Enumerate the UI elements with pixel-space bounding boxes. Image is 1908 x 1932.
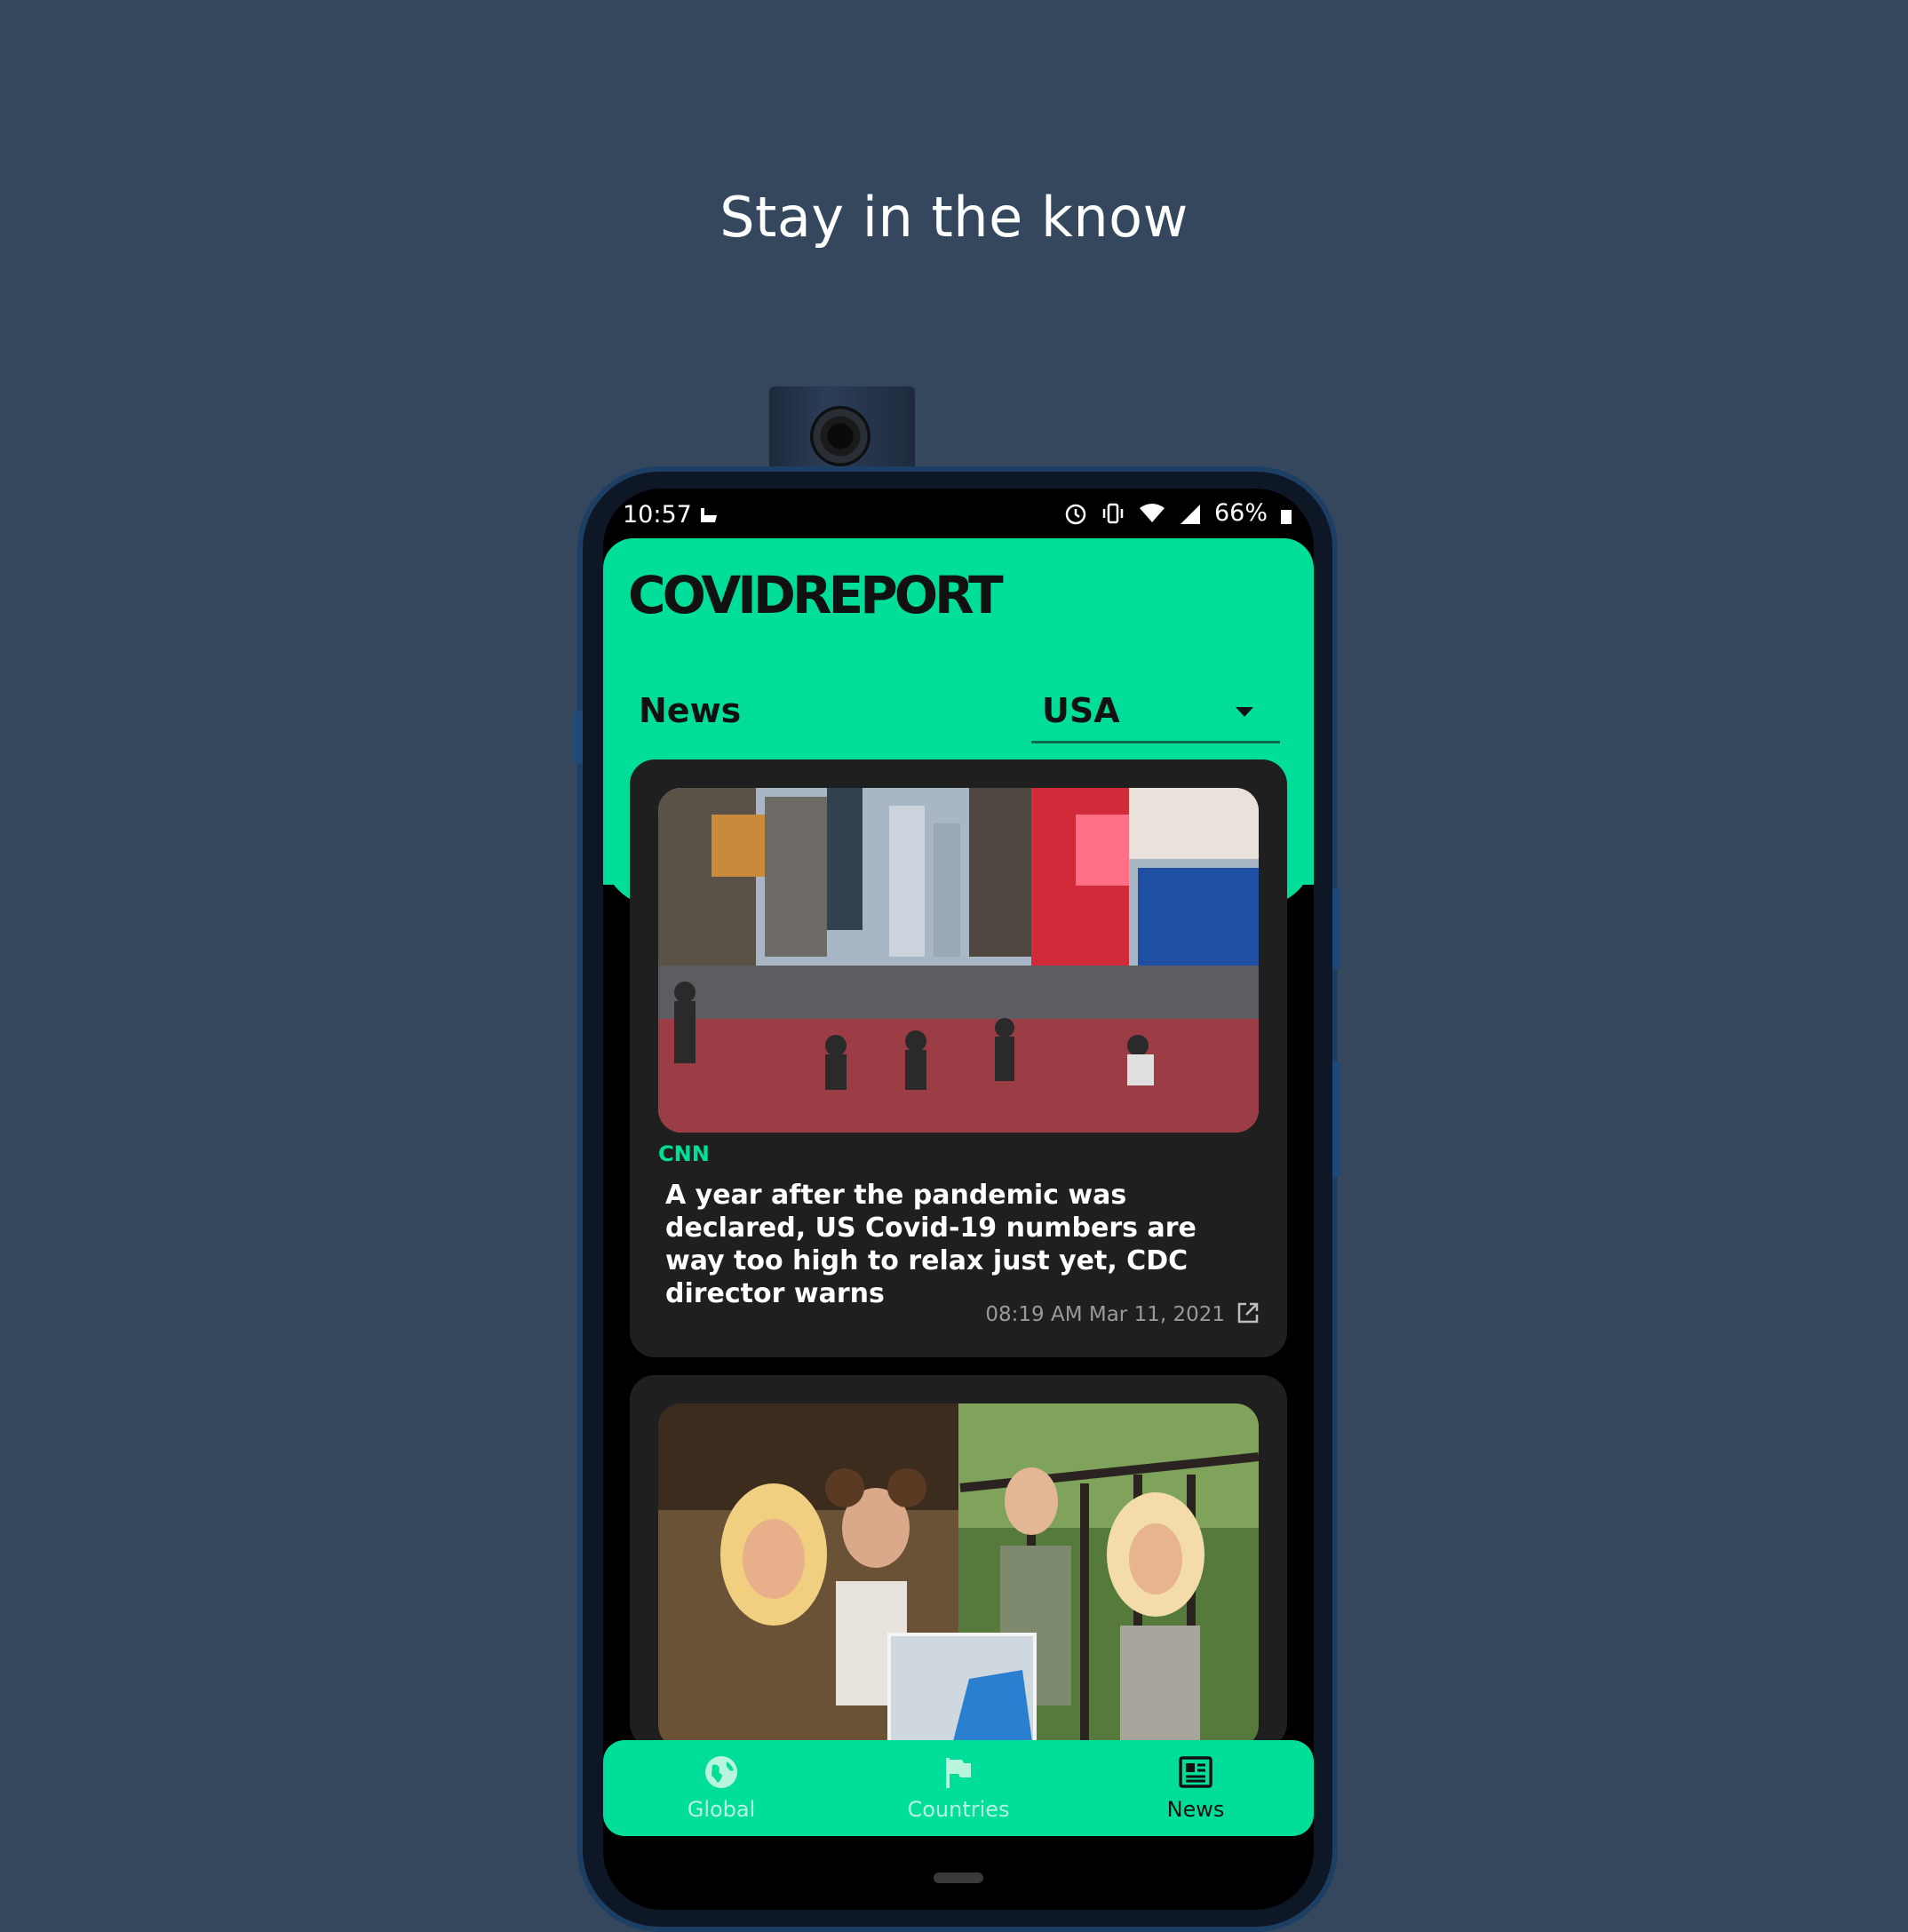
page-title: News xyxy=(639,691,742,730)
nav-label: News xyxy=(1166,1797,1225,1822)
promo-headline: Stay in the know xyxy=(719,185,1189,250)
bottom-navigation: Global Countries News xyxy=(603,1740,1314,1836)
country-dropdown[interactable]: USA xyxy=(1031,680,1280,743)
popup-camera xyxy=(769,386,915,477)
newspaper-icon xyxy=(1179,1756,1212,1788)
status-icons: 66% xyxy=(1063,499,1292,527)
nav-item-news[interactable]: News xyxy=(1077,1740,1314,1836)
phone-screen: 10:57 66% COVIDREPORT News USA CNN A yea… xyxy=(603,489,1314,1910)
side-button xyxy=(574,711,583,764)
battery-percent: 66% xyxy=(1213,499,1268,527)
home-gesture-bar[interactable] xyxy=(934,1872,983,1883)
notification-icon xyxy=(701,508,717,522)
country-dropdown-value: USA xyxy=(1042,691,1120,730)
battery-icon xyxy=(1281,509,1292,524)
camera-lens-icon xyxy=(810,406,871,466)
side-button xyxy=(1332,1061,1341,1177)
side-button xyxy=(1332,888,1341,968)
news-card[interactable]: CNN A year after the pandemic was declar… xyxy=(630,759,1287,1357)
nav-label: Countries xyxy=(907,1797,1010,1822)
flag-icon xyxy=(946,1758,971,1788)
chevron-down-icon xyxy=(1236,707,1253,717)
signal-icon xyxy=(1180,504,1200,524)
app-logo: COVIDREPORT xyxy=(628,565,1004,625)
times-square-photo xyxy=(658,788,1259,1133)
nav-item-countries[interactable]: Countries xyxy=(840,1740,1077,1836)
status-time: 10:57 xyxy=(623,501,692,529)
vibrate-icon xyxy=(1102,503,1124,523)
globe-icon xyxy=(705,1756,737,1788)
article-date: 08:19 AM Mar 11, 2021 xyxy=(985,1303,1225,1326)
wifi-icon xyxy=(1139,503,1165,522)
article-title[interactable]: A year after the pandemic was declared, … xyxy=(665,1179,1234,1310)
nav-label: Global xyxy=(687,1797,756,1822)
alarm-icon xyxy=(1065,504,1086,524)
external-link-icon[interactable] xyxy=(1236,1300,1260,1325)
news-card[interactable] xyxy=(630,1375,1287,1748)
article-source: CNN xyxy=(658,1141,710,1166)
status-bar: 10:57 66% xyxy=(603,489,1314,538)
nav-item-global[interactable]: Global xyxy=(603,1740,839,1836)
mother-daughter-photo-collage xyxy=(658,1403,1259,1748)
